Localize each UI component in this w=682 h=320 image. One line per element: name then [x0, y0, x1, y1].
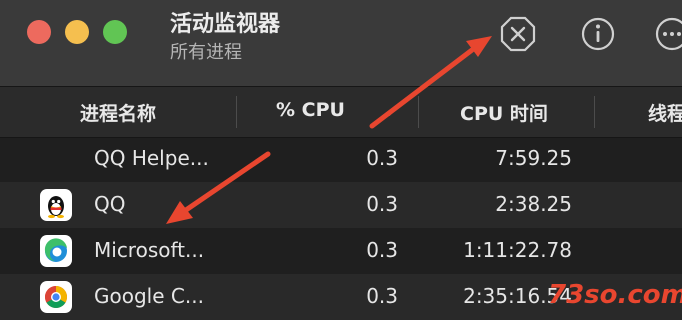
- process-name: Google C...: [94, 284, 204, 308]
- column-header-cpu[interactable]: % CPU: [276, 99, 345, 121]
- table-row[interactable]: QQ 0.3 2:38.25: [0, 182, 682, 228]
- stop-process-button[interactable]: [498, 14, 538, 54]
- x-circle-icon: [500, 16, 536, 52]
- sort-descending-icon: ⌄: [384, 105, 395, 119]
- ellipsis-icon: [655, 17, 682, 51]
- window-subtitle: 所有进程: [170, 42, 242, 63]
- process-cpu-time: 7:59.25: [495, 146, 572, 170]
- zoom-window-button[interactable]: [103, 20, 127, 44]
- process-cpu: 0.3: [366, 146, 398, 170]
- column-header-threads[interactable]: 线程: [648, 99, 682, 126]
- column-divider[interactable]: [594, 96, 595, 128]
- process-name: Microsoft...: [94, 238, 205, 262]
- process-name: QQ: [94, 192, 126, 216]
- toolbar: 活动监视器 所有进程: [0, 0, 682, 86]
- chrome-icon: [40, 281, 72, 313]
- watermark: 73so.com: [548, 280, 682, 310]
- table-row[interactable]: QQ Helpe... 0.3 7:59.25: [0, 136, 682, 182]
- column-header-cpu-time[interactable]: CPU 时间: [460, 99, 548, 126]
- process-cpu: 0.3: [366, 238, 398, 262]
- process-name: QQ Helpe...: [94, 146, 209, 170]
- qq-penguin-icon: [40, 189, 72, 221]
- process-cpu-time: 1:11:22.78: [463, 238, 572, 262]
- inspect-process-button[interactable]: [578, 14, 618, 54]
- minimize-window-button[interactable]: [65, 20, 89, 44]
- close-window-button[interactable]: [27, 20, 51, 44]
- more-actions-button[interactable]: [652, 14, 682, 54]
- table-row[interactable]: Microsoft... 0.3 1:11:22.78: [0, 228, 682, 274]
- column-divider[interactable]: [236, 96, 237, 128]
- column-divider[interactable]: [418, 96, 419, 128]
- edge-icon: [40, 235, 72, 267]
- process-cpu-time: 2:38.25: [495, 192, 572, 216]
- info-icon: [581, 17, 615, 51]
- table-header: 进程名称 % CPU ⌄ CPU 时间 线程: [0, 86, 682, 138]
- process-cpu: 0.3: [366, 284, 398, 308]
- window-title: 活动监视器: [170, 12, 281, 37]
- process-cpu: 0.3: [366, 192, 398, 216]
- column-header-name[interactable]: 进程名称: [80, 99, 156, 126]
